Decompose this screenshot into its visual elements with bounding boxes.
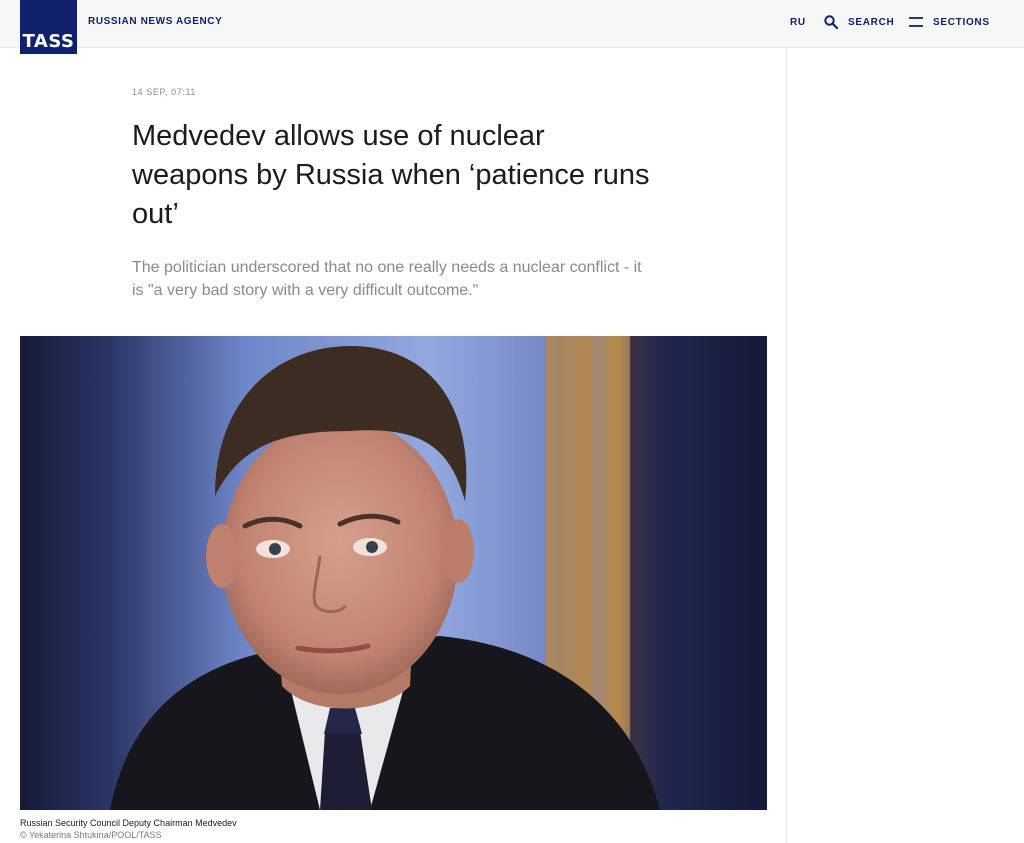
article-date: 14 SEP, 07:11: [132, 87, 197, 97]
article-lead: The politician underscored that no one r…: [132, 259, 642, 299]
right-column-divider: [786, 48, 787, 843]
search-label[interactable]: SEARCH: [848, 17, 894, 28]
photo-credit: © Yekaterina Shtukina/POOL/TASS: [20, 830, 162, 840]
language-label[interactable]: RU: [790, 17, 806, 28]
tass-logo[interactable]: TASS: [20, 0, 77, 54]
agency-label: RUSSIAN NEWS AGENCY: [88, 16, 223, 27]
logo-text[interactable]: TASS: [23, 33, 75, 51]
site-header: RUSSIAN NEWS AGENCY RU SEARCH SECTIONS: [0, 0, 1024, 48]
photo-illustration: [20, 336, 767, 810]
search-button[interactable]: SEARCH: [824, 0, 894, 44]
search-icon[interactable]: [824, 15, 838, 29]
sections-menu-button[interactable]: SECTIONS: [909, 0, 990, 44]
article-headline: Medvedev allows use of nuclear weapons b…: [132, 120, 650, 230]
language-switch-ru[interactable]: RU: [790, 0, 806, 44]
sections-label[interactable]: SECTIONS: [933, 17, 990, 28]
photo-caption: Russian Security Council Deputy Chairman…: [20, 818, 237, 828]
menu-icon[interactable]: [909, 17, 923, 27]
article-photo: [20, 336, 767, 810]
